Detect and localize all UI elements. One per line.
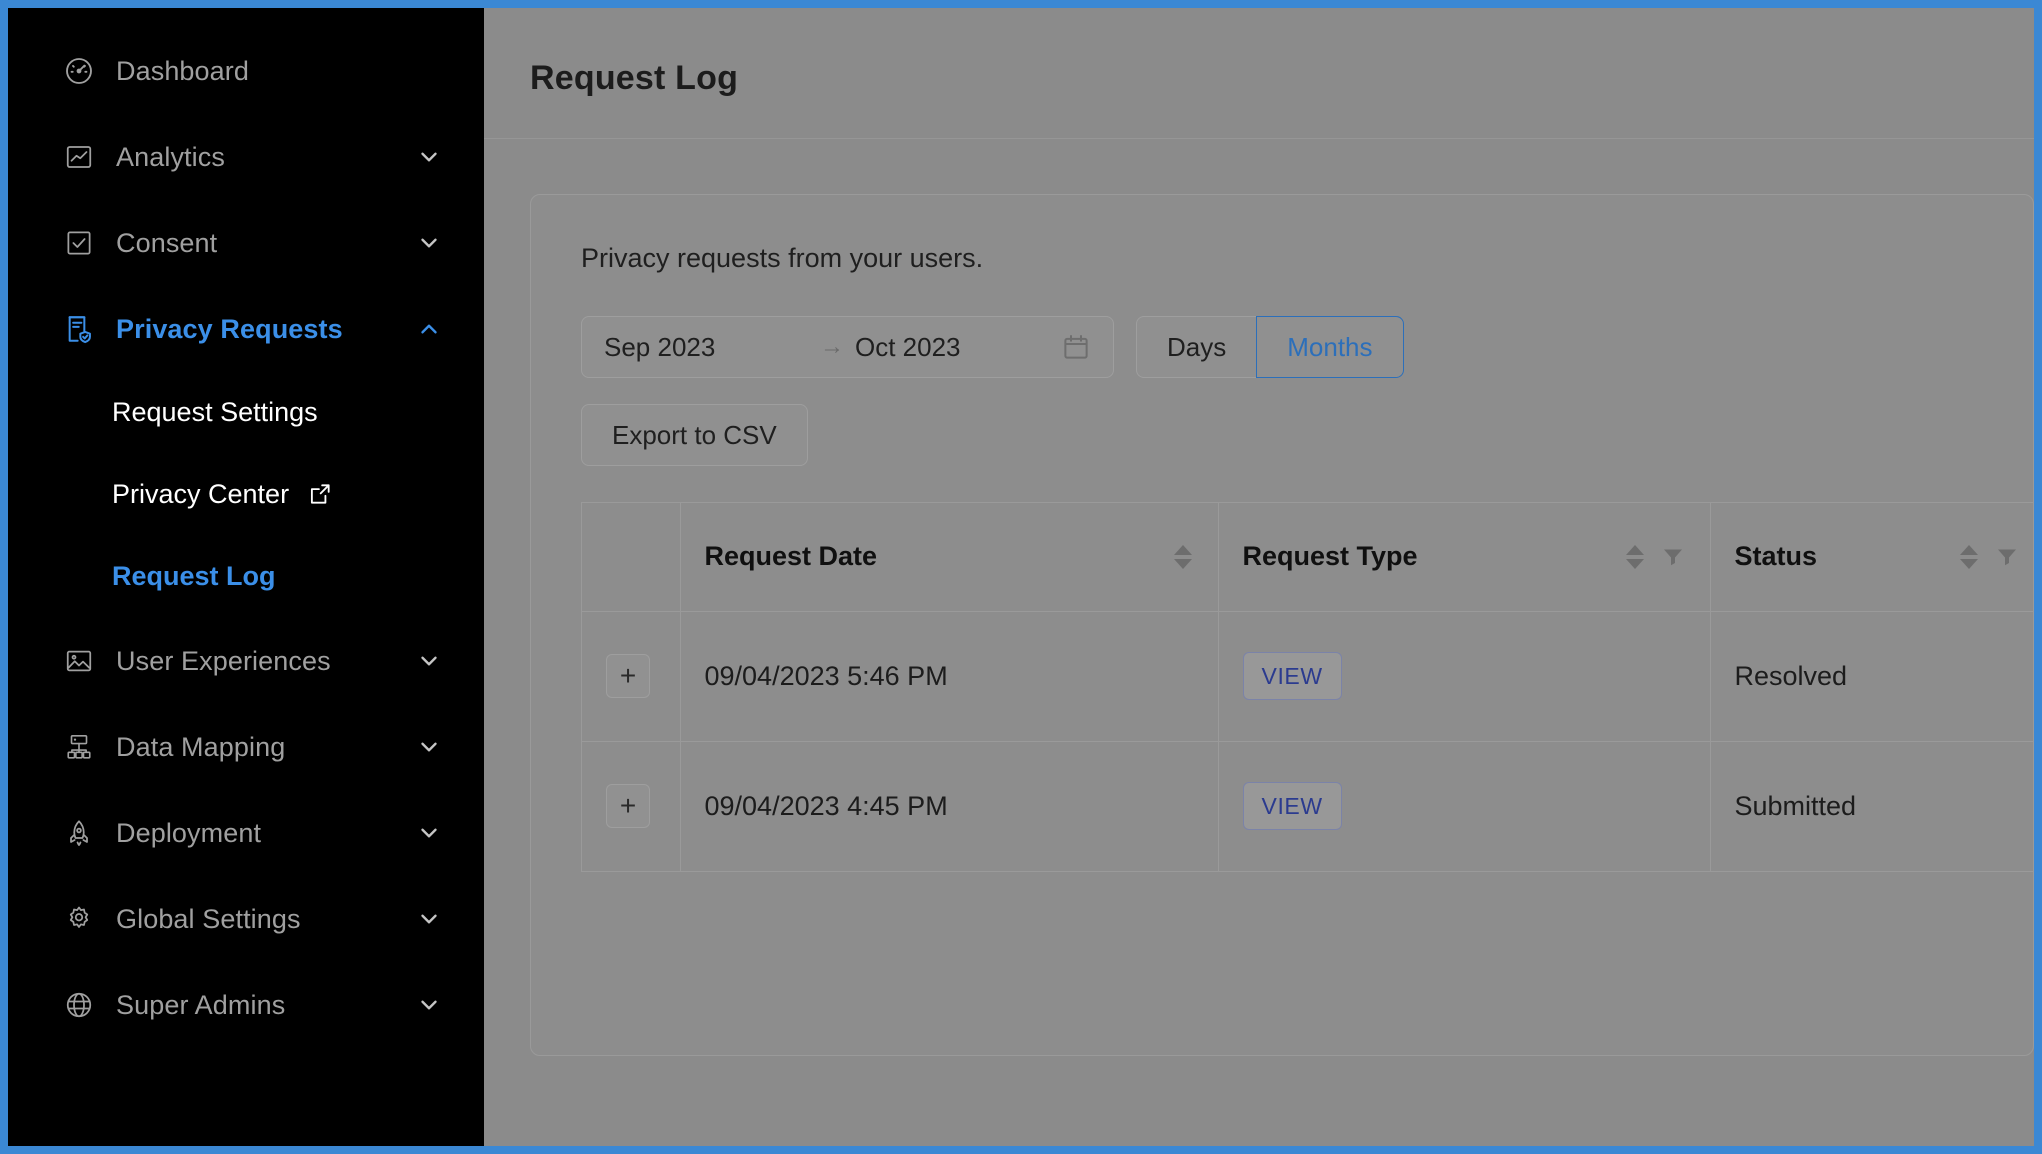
- filter-controls-row: Sep 2023 → Oct 2023 Days Months: [581, 316, 2033, 378]
- app-viewport: Dashboard Analytics Consent Privacy Requ…: [0, 0, 2042, 1154]
- sidebar-item-label: Privacy Requests: [116, 313, 343, 344]
- chevron-down-icon[interactable]: [416, 906, 442, 932]
- chevron-up-icon[interactable]: [416, 316, 442, 342]
- cell-status: Submitted: [1710, 741, 2033, 872]
- cell-request-date: 09/04/2023 5:46 PM: [680, 611, 1219, 742]
- cell-request-date: 09/04/2023 4:45 PM: [680, 741, 1219, 872]
- card-description: Privacy requests from your users.: [581, 243, 984, 273]
- analytics-chart-icon: [62, 140, 96, 174]
- sidebar-item-consent[interactable]: Consent: [8, 214, 484, 272]
- sidebar-item-super-admins[interactable]: Super Admins: [8, 976, 484, 1034]
- granularity-option-days[interactable]: Days: [1136, 316, 1257, 378]
- date-range-start[interactable]: Sep 2023: [604, 332, 809, 363]
- page-header: Request Log: [484, 8, 2034, 139]
- sidebar-item-analytics[interactable]: Analytics: [8, 128, 484, 186]
- page-title: Request Log: [530, 58, 739, 97]
- filter-icon[interactable]: [1660, 543, 1686, 571]
- sidebar-item-data-mapping[interactable]: Data Mapping: [8, 718, 484, 776]
- expand-row-button[interactable]: +: [606, 654, 650, 698]
- sidebar-item-privacy-requests[interactable]: Privacy Requests: [8, 300, 484, 358]
- chevron-down-icon[interactable]: [416, 648, 442, 674]
- column-header-label: Request Date: [704, 541, 878, 572]
- request-log-table: Request Date Request Type Status + 09/04…: [582, 503, 2033, 872]
- external-link-icon: [307, 481, 333, 507]
- export-to-csv-button[interactable]: Export to CSV: [581, 404, 808, 466]
- chevron-down-icon[interactable]: [416, 992, 442, 1018]
- chevron-down-icon[interactable]: [416, 734, 442, 760]
- sidebar-item-dashboard[interactable]: Dashboard: [8, 42, 484, 100]
- privacy-shield-doc-icon: [62, 312, 96, 346]
- chevron-down-icon[interactable]: [416, 144, 442, 170]
- content-area: Privacy requests from your users. Sep 20…: [484, 139, 2034, 1056]
- sidebar-subitem-privacy-center[interactable]: Privacy Center: [8, 468, 484, 520]
- column-header-request-date[interactable]: Request Date: [680, 503, 1219, 612]
- dashboard-gauge-icon: [62, 54, 96, 88]
- gear-icon: [62, 902, 96, 936]
- chevron-down-icon[interactable]: [416, 820, 442, 846]
- column-header-expand: [582, 503, 681, 612]
- filter-icon[interactable]: [1994, 543, 2020, 571]
- view-request-button[interactable]: VIEW: [1242, 782, 1342, 830]
- sort-toggle-icon[interactable]: [1958, 542, 1980, 572]
- sidebar-item-label: Deployment: [116, 817, 262, 848]
- table-header-row: Request Date Request Type Status: [582, 503, 2033, 612]
- sidebar-item-label: Consent: [116, 227, 218, 258]
- table-row: + 09/04/2023 5:46 PM VIEW Resolved: [582, 611, 2033, 742]
- request-log-table-wrapper: Request Date Request Type Status + 09/04…: [581, 502, 2033, 872]
- sidebar-item-deployment[interactable]: Deployment: [8, 804, 484, 862]
- sidebar-subitem-request-log[interactable]: Request Log: [8, 550, 484, 602]
- sidebar-subitem-label: Request Log: [112, 560, 276, 591]
- granularity-toggle: Days Months: [1136, 316, 1404, 378]
- expand-cell: +: [582, 611, 681, 742]
- column-header-label: Request Type: [1242, 541, 1418, 572]
- granularity-option-months[interactable]: Months: [1256, 316, 1404, 378]
- sidebar-item-label: User Experiences: [116, 645, 331, 676]
- sidebar-item-label: Data Mapping: [116, 731, 286, 762]
- sidebar-item-global-settings[interactable]: Global Settings: [8, 890, 484, 948]
- expand-cell: +: [582, 741, 681, 872]
- sidebar-subitem-request-settings[interactable]: Request Settings: [8, 386, 484, 438]
- sidebar-subitem-label: Privacy Center: [112, 478, 290, 509]
- date-range-end[interactable]: Oct 2023: [855, 332, 1060, 363]
- expand-row-button[interactable]: +: [606, 784, 650, 828]
- view-request-button[interactable]: VIEW: [1242, 652, 1342, 700]
- table-row: + 09/04/2023 4:45 PM VIEW Submitted: [582, 741, 2033, 872]
- sidebar-item-label: Super Admins: [116, 989, 286, 1020]
- date-range-separator: →: [820, 333, 844, 360]
- sort-toggle-icon[interactable]: [1624, 542, 1646, 572]
- cell-request-type: VIEW: [1218, 741, 1711, 872]
- cell-request-type: VIEW: [1218, 611, 1711, 742]
- sidebar-item-user-experiences[interactable]: User Experiences: [8, 632, 484, 690]
- sidebar-item-label: Dashboard: [116, 55, 249, 86]
- sort-toggle-icon[interactable]: [1172, 542, 1194, 572]
- globe-icon: [62, 988, 96, 1022]
- sidebar-item-label: Analytics: [116, 141, 225, 172]
- image-picture-icon: [62, 644, 96, 678]
- column-header-request-type[interactable]: Request Type: [1218, 503, 1711, 612]
- request-log-card: Privacy requests from your users. Sep 20…: [530, 194, 2034, 1056]
- rocket-icon: [62, 816, 96, 850]
- consent-checkbox-icon: [62, 226, 96, 260]
- sidebar-item-label: Global Settings: [116, 903, 301, 934]
- chevron-down-icon[interactable]: [416, 230, 442, 256]
- date-range-picker[interactable]: Sep 2023 → Oct 2023: [581, 316, 1114, 378]
- cell-status: Resolved: [1710, 611, 2033, 742]
- main-content: Request Log Privacy requests from your u…: [484, 8, 2034, 1146]
- calendar-icon[interactable]: [1061, 332, 1091, 362]
- sidebar-subitem-label: Request Settings: [112, 396, 318, 427]
- sidebar-nav: Dashboard Analytics Consent Privacy Requ…: [8, 8, 484, 1146]
- sitemap-icon: [62, 730, 96, 764]
- column-header-status[interactable]: Status: [1710, 503, 2033, 612]
- column-header-label: Status: [1734, 541, 1818, 572]
